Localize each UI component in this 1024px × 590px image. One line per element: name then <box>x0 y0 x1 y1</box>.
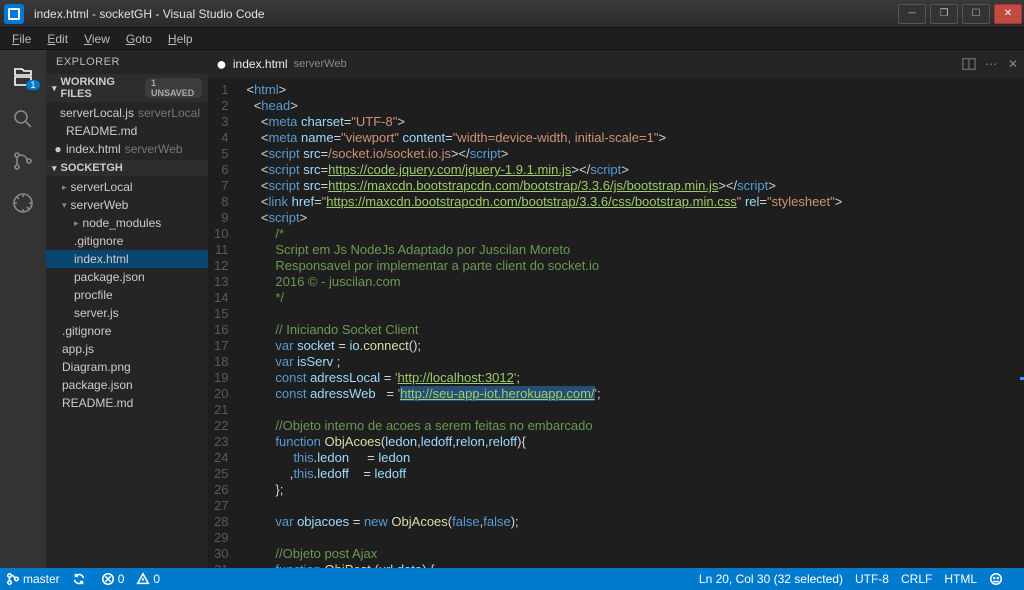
status-bar: master 0 0 Ln 20, Col 30 (32 selected) U… <box>0 568 1024 590</box>
explorer-sidebar: EXPLORER ▾ WORKING FILES 1 UNSAVED serve… <box>46 50 208 568</box>
working-files-list: serverLocal.jsserverLocalREADME.md●index… <box>46 102 208 160</box>
file-item[interactable]: app.js <box>46 340 208 358</box>
editor-tabs: ● index.html serverWeb ⋯ ✕ <box>208 50 1024 78</box>
vscode-icon <box>4 4 24 24</box>
tab-filename[interactable]: index.html <box>233 57 288 71</box>
explorer-badge: 1 <box>26 80 39 90</box>
menu-edit[interactable]: Edit <box>39 30 76 48</box>
split-editor-icon[interactable] <box>958 53 980 75</box>
file-item[interactable]: .gitignore <box>46 322 208 340</box>
minimize-button[interactable]: ─ <box>898 4 926 24</box>
menu-help[interactable]: Help <box>160 30 201 48</box>
working-files-header[interactable]: ▾ WORKING FILES 1 UNSAVED <box>46 74 208 102</box>
window-buttons: ─ ❐ ☐ ✕ <box>896 2 1024 26</box>
more-actions-icon[interactable]: ⋯ <box>980 53 1002 75</box>
window-title: index.html - socketGH - Visual Studio Co… <box>34 7 265 21</box>
explorer-icon[interactable]: 1 <box>8 62 38 92</box>
status-eol[interactable]: CRLF <box>901 572 932 586</box>
folder-label: SOCKETGH <box>61 162 123 174</box>
dirty-indicator-icon: ● <box>216 55 227 73</box>
chevron-down-icon: ▾ <box>52 163 57 174</box>
explorer-title: EXPLORER <box>46 50 208 74</box>
folder-item[interactable]: serverWeb <box>46 196 208 214</box>
file-item[interactable]: server.js <box>46 304 208 322</box>
debug-icon[interactable] <box>8 188 38 218</box>
overview-ruler[interactable] <box>1014 78 1024 568</box>
search-icon[interactable] <box>8 104 38 134</box>
close-all-icon[interactable]: ✕ <box>1002 53 1024 75</box>
file-item[interactable]: index.html <box>46 250 208 268</box>
restore-button[interactable]: ❐ <box>930 4 958 24</box>
working-file[interactable]: README.md <box>46 122 208 140</box>
activity-bar: 1 <box>0 50 46 568</box>
file-item[interactable]: .gitignore <box>46 232 208 250</box>
working-files-badge: 1 UNSAVED <box>145 78 202 98</box>
title-bar: index.html - socketGH - Visual Studio Co… <box>0 0 1024 28</box>
working-file[interactable]: serverLocal.jsserverLocal <box>46 104 208 122</box>
menu-file[interactable]: File <box>4 30 39 48</box>
file-item[interactable]: procfile <box>46 286 208 304</box>
menu-bar: File Edit View Goto Help <box>0 28 1024 50</box>
working-file[interactable]: ●index.htmlserverWeb <box>46 140 208 158</box>
folder-item[interactable]: serverLocal <box>46 178 208 196</box>
folder-tree: serverLocalserverWebnode_modules.gitigno… <box>46 176 208 414</box>
working-files-label: WORKING FILES <box>61 76 139 100</box>
menu-view[interactable]: View <box>76 30 118 48</box>
folder-item[interactable]: node_modules <box>46 214 208 232</box>
chevron-down-icon: ▾ <box>52 83 57 94</box>
status-branch[interactable]: master <box>6 572 60 586</box>
git-icon[interactable] <box>8 146 38 176</box>
file-item[interactable]: Diagram.png <box>46 358 208 376</box>
status-errors[interactable]: 0 <box>101 572 125 586</box>
close-button[interactable]: ✕ <box>994 4 1022 24</box>
tab-path: serverWeb <box>294 58 347 70</box>
file-item[interactable]: README.md <box>46 394 208 412</box>
file-item[interactable]: package.json <box>46 268 208 286</box>
editor-area: ● index.html serverWeb ⋯ ✕ 1234567891011… <box>208 50 1024 568</box>
line-gutter: 1234567891011121314151617181920212223242… <box>208 78 238 568</box>
code-lines[interactable]: <html> <head> <meta charset="UTF-8"> <me… <box>238 78 1014 568</box>
status-sync[interactable] <box>72 572 89 586</box>
branch-name: master <box>23 572 60 586</box>
menu-goto[interactable]: Goto <box>118 30 160 48</box>
status-feedback-icon[interactable] <box>989 572 1006 586</box>
code-editor[interactable]: 1234567891011121314151617181920212223242… <box>208 78 1024 568</box>
status-language[interactable]: HTML <box>944 572 977 586</box>
status-position[interactable]: Ln 20, Col 30 (32 selected) <box>699 572 843 586</box>
status-warnings[interactable]: 0 <box>136 572 160 586</box>
maximize-button[interactable]: ☐ <box>962 4 990 24</box>
folder-header[interactable]: ▾ SOCKETGH <box>46 160 208 176</box>
status-encoding[interactable]: UTF-8 <box>855 572 889 586</box>
file-item[interactable]: package.json <box>46 376 208 394</box>
